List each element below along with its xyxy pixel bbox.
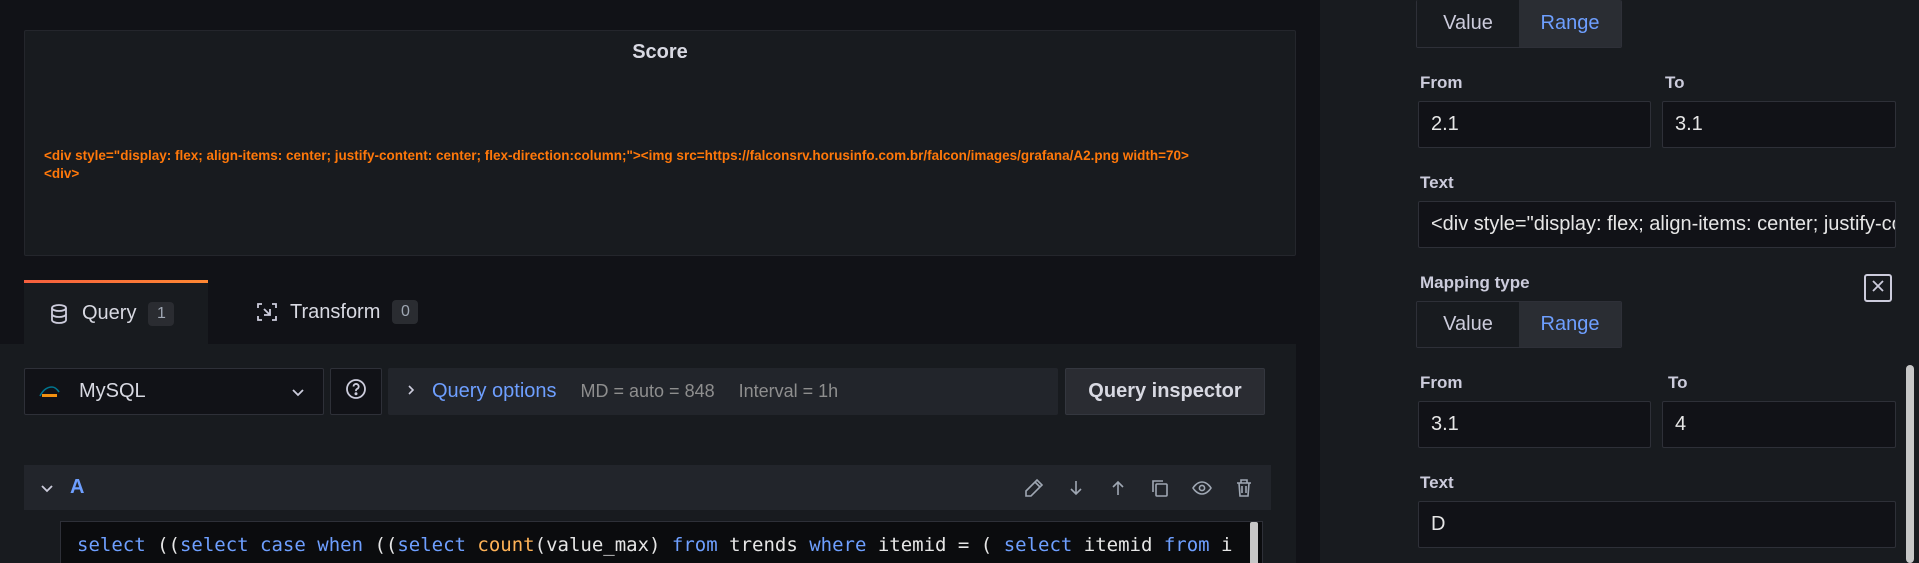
panel-editor: Score <div style="display: flex; align-i… — [0, 0, 1320, 563]
from-label: From — [1420, 373, 1463, 392]
mapping-type-toggle: Value Range — [1416, 301, 1622, 348]
transform-icon — [256, 301, 278, 323]
sql-token: = ( — [957, 534, 1004, 556]
arrow-down-icon[interactable] — [1065, 477, 1087, 499]
sql-token: case — [260, 534, 318, 556]
sql-token: ) — [649, 534, 672, 556]
sql-token: ( — [534, 534, 547, 556]
query-inspector-button[interactable]: Query inspector — [1065, 368, 1265, 415]
query-row-letter[interactable]: A — [70, 476, 84, 499]
datasource-name: MySQL — [79, 380, 146, 402]
mapping-type-range[interactable]: Range — [1519, 302, 1621, 347]
to-label: To — [1665, 73, 1685, 92]
sql-token: itemid — [1083, 534, 1164, 556]
query-row-actions — [1023, 477, 1255, 499]
mapping-type-label: Mapping type — [1420, 273, 1530, 292]
tab-transform-count: 0 — [392, 300, 419, 324]
mapping-type-value[interactable]: Value — [1417, 0, 1519, 47]
query-options-toggle[interactable]: Query options MD = auto = 848 Interval =… — [388, 368, 1058, 415]
mapping-text-input[interactable]: D — [1418, 501, 1896, 548]
tab-query[interactable]: Query 1 — [24, 280, 208, 344]
sql-code-line: select ((select case when ((select count… — [77, 534, 1233, 556]
range-to-input[interactable]: 4 — [1662, 401, 1896, 448]
sql-token: when — [317, 534, 375, 556]
sql-token: select — [179, 534, 261, 556]
tab-transform[interactable]: Transform 0 — [256, 280, 456, 344]
range-from-input[interactable]: 2.1 — [1418, 101, 1651, 148]
to-label: To — [1668, 373, 1688, 392]
query-options-interval: Interval = 1h — [738, 381, 839, 401]
from-label: From — [1420, 73, 1463, 92]
sql-token: (( — [157, 534, 180, 556]
chevron-down-icon — [289, 383, 307, 401]
mapping-type-range[interactable]: Range — [1519, 0, 1621, 47]
sql-token: trends — [729, 534, 810, 556]
options-pane-scrollbar[interactable] — [1906, 365, 1914, 563]
pencil-icon[interactable] — [1023, 477, 1045, 499]
mapping-type-value[interactable]: Value — [1417, 302, 1519, 347]
panel-content: <div style="display: flex; align-items: … — [44, 147, 1284, 183]
copy-icon[interactable] — [1149, 477, 1171, 499]
remove-mapping-button[interactable] — [1864, 274, 1892, 302]
tab-query-label: Query — [82, 302, 137, 324]
sql-token: select — [77, 534, 158, 556]
text-label: Text — [1420, 173, 1454, 192]
sql-editor-scrollbar[interactable] — [1250, 522, 1258, 563]
text-label: Text — [1420, 473, 1454, 492]
sql-token: (( — [374, 534, 398, 556]
chevron-down-icon[interactable] — [38, 479, 56, 497]
arrow-up-icon[interactable] — [1107, 477, 1129, 499]
query-options-md: MD = auto = 848 — [580, 381, 715, 401]
chevron-right-icon — [404, 381, 418, 402]
datasource-help-button[interactable] — [330, 368, 382, 415]
query-row-header[interactable]: A — [24, 465, 1271, 510]
panel-content-line: <div> — [44, 166, 80, 181]
sql-token: i — [1221, 534, 1233, 556]
options-pane — [1320, 0, 1919, 563]
eye-icon[interactable] — [1191, 477, 1213, 499]
sql-token: where — [809, 534, 878, 556]
sql-token: from — [1163, 534, 1222, 556]
close-icon — [1870, 278, 1886, 299]
range-to-input[interactable]: 3.1 — [1662, 101, 1896, 148]
editor-tabs: Query 1 Transform 0 — [24, 280, 1296, 344]
mapping-text-input[interactable]: <div style="display: flex; align-items: … — [1418, 201, 1896, 248]
query-options-title: Query options — [432, 380, 557, 402]
mapping-type-toggle: Value Range — [1416, 0, 1622, 48]
range-from-input[interactable]: 3.1 — [1418, 401, 1651, 448]
sql-token: value_max — [546, 534, 650, 556]
sql-token: from — [671, 534, 730, 556]
datasource-picker[interactable]: MySQL — [24, 368, 324, 415]
panel-title: Score — [632, 41, 688, 63]
tab-transform-label: Transform — [290, 300, 381, 323]
sql-token: select — [397, 534, 478, 556]
question-circle-icon — [345, 378, 367, 405]
sql-token: select — [1003, 534, 1084, 556]
sql-token: count — [477, 534, 535, 556]
sql-editor[interactable]: select ((select case when ((select count… — [60, 521, 1263, 563]
sql-token: itemid — [877, 534, 958, 556]
trash-icon[interactable] — [1233, 477, 1255, 499]
panel-preview: Score <div style="display: flex; align-i… — [24, 30, 1296, 256]
mysql-logo-icon — [39, 385, 63, 399]
tab-query-count: 1 — [148, 301, 175, 326]
database-icon — [48, 303, 70, 325]
panel-content-line: <div style="display: flex; align-items: … — [44, 148, 1189, 163]
